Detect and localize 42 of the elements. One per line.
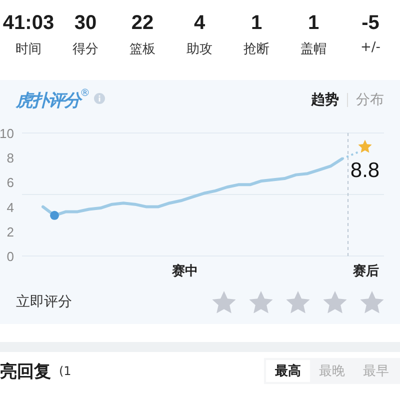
- star-rating-icon[interactable]: [360, 290, 384, 314]
- reply-count: (1: [59, 364, 72, 378]
- stat-label: 抢断: [244, 41, 270, 58]
- sort-tab[interactable]: 最高: [266, 360, 310, 382]
- rating-dotted-line: [342, 150, 360, 160]
- stat-value: 22: [131, 11, 154, 36]
- star-icon: [358, 140, 372, 153]
- axis-label: 4: [6, 200, 14, 215]
- rating-logo: 虎扑评分: [16, 88, 80, 112]
- final-rating: 8.8: [350, 158, 380, 182]
- stat-value: 1: [250, 11, 262, 36]
- stat-label: 助攻: [186, 41, 212, 58]
- stat-value: -5: [362, 11, 380, 36]
- phase-label: 赛后: [353, 264, 379, 279]
- sort-tab[interactable]: 最晚: [310, 360, 354, 382]
- stat-label: 时间: [16, 41, 42, 58]
- axis-label: 6: [6, 175, 14, 190]
- star-rating-icon[interactable]: [249, 290, 273, 314]
- stat-label: +/-: [360, 40, 380, 55]
- start-dot: [50, 210, 59, 220]
- info-icon[interactable]: [94, 92, 105, 104]
- star-rating-icon[interactable]: [212, 290, 236, 314]
- chart-tab[interactable]: 分布: [356, 91, 384, 109]
- axis-label: 10: [0, 126, 14, 141]
- chart-tab[interactable]: 趋势: [311, 91, 339, 109]
- sort-tab[interactable]: 最早: [354, 360, 398, 382]
- star-rating-icon[interactable]: [323, 290, 347, 314]
- star-rating-icon[interactable]: [286, 290, 310, 314]
- rate-now-label: 立即评分: [16, 293, 72, 311]
- section-title: 亮回复: [0, 360, 51, 382]
- stat-label: 篮板: [130, 41, 156, 58]
- registered-mark: ®: [80, 88, 90, 99]
- stat-value: 41:03: [2, 11, 54, 36]
- axis-label: 0: [6, 249, 14, 264]
- stat-value: 1: [308, 11, 320, 36]
- stat-label: 盖帽: [300, 41, 326, 58]
- stat-value: 4: [194, 11, 206, 36]
- stat-label: 得分: [72, 41, 98, 58]
- stat-value: 30: [74, 11, 97, 36]
- axis-label: 2: [6, 224, 14, 240]
- axis-label: 8: [6, 150, 14, 166]
- phase-label: 赛中: [172, 264, 198, 279]
